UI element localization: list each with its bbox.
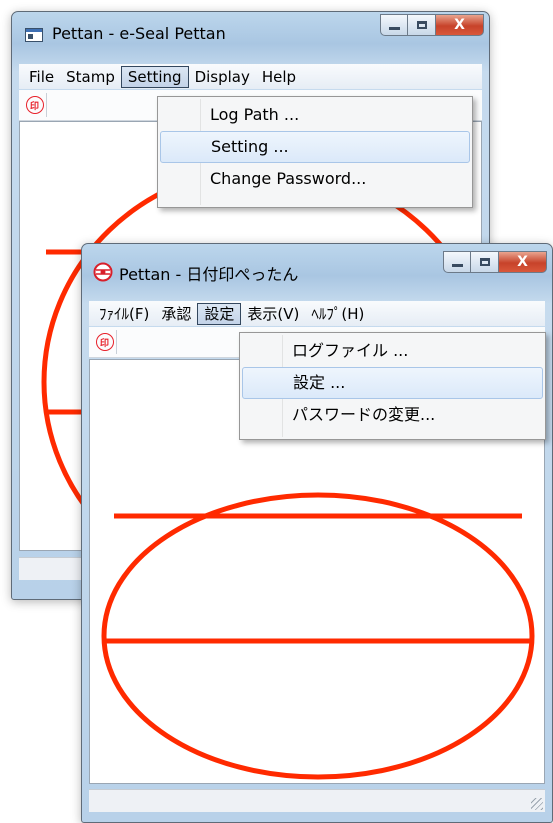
menu-file[interactable]: File [23, 66, 60, 88]
close-icon[interactable]: X [436, 14, 484, 36]
menu-item-setting-jp[interactable]: 設定 ... [242, 367, 543, 399]
menu-display-jp[interactable]: 表示(V) [241, 303, 305, 325]
maximize-icon[interactable] [408, 14, 436, 36]
stamp-icon: 印 [95, 333, 114, 351]
stamp-button[interactable]: 印 [23, 93, 47, 117]
menu-help-jp[interactable]: ﾍﾙﾌﾟ(H) [305, 303, 370, 325]
stamp-icon: 印 [25, 96, 44, 114]
back-setting-dropdown: Log Path ... Setting ... Change Password… [157, 96, 473, 208]
back-menubar: File Stamp Setting Display Help [19, 64, 482, 89]
app-window-icon [25, 27, 43, 42]
front-menubar: ﾌｧｲﾙ(F) 承認 設定 表示(V) ﾍﾙﾌﾟ(H) [89, 301, 545, 326]
front-titlebar[interactable]: Pettan - 日付印ぺったん X [82, 244, 552, 286]
back-caption-buttons: X [380, 14, 484, 36]
menu-item-log-file[interactable]: ログファイル ... [242, 335, 543, 367]
menu-item-change-password[interactable]: Change Password... [160, 163, 470, 195]
menu-file-jp[interactable]: ﾌｧｲﾙ(F) [93, 303, 155, 325]
front-caption-buttons: X [443, 251, 547, 273]
menu-display[interactable]: Display [189, 66, 256, 88]
menu-setting-jp[interactable]: 設定 [197, 302, 242, 325]
maximize-icon[interactable] [471, 251, 499, 273]
back-titlebar[interactable]: Pettan - e-Seal Pettan X [12, 12, 489, 54]
minimize-icon[interactable] [380, 14, 408, 36]
close-icon[interactable]: X [499, 251, 547, 273]
menu-item-log-path[interactable]: Log Path ... [160, 99, 470, 131]
front-window: Pettan - 日付印ぺったん X ﾌｧｲﾙ(F) 承認 設定 表示(V) ﾍ… [81, 243, 553, 823]
seal-app-icon [93, 262, 113, 282]
menu-setting[interactable]: Setting [120, 65, 189, 88]
menu-item-change-password-jp[interactable]: パスワードの変更... [242, 399, 543, 431]
front-statusbar [89, 789, 545, 812]
menu-stamp[interactable]: Stamp [60, 66, 121, 88]
front-window-title: Pettan - 日付印ぺったん [119, 265, 299, 284]
menu-help[interactable]: Help [256, 66, 302, 88]
minimize-icon[interactable] [443, 251, 471, 273]
back-window-title: Pettan - e-Seal Pettan [52, 24, 226, 43]
stamp-button[interactable]: 印 [93, 330, 117, 354]
front-setting-dropdown: ログファイル ... 設定 ... パスワードの変更... [239, 332, 546, 440]
menu-approve-jp[interactable]: 承認 [155, 303, 197, 325]
menu-item-setting[interactable]: Setting ... [160, 131, 470, 163]
resize-grip-icon[interactable] [531, 798, 543, 810]
